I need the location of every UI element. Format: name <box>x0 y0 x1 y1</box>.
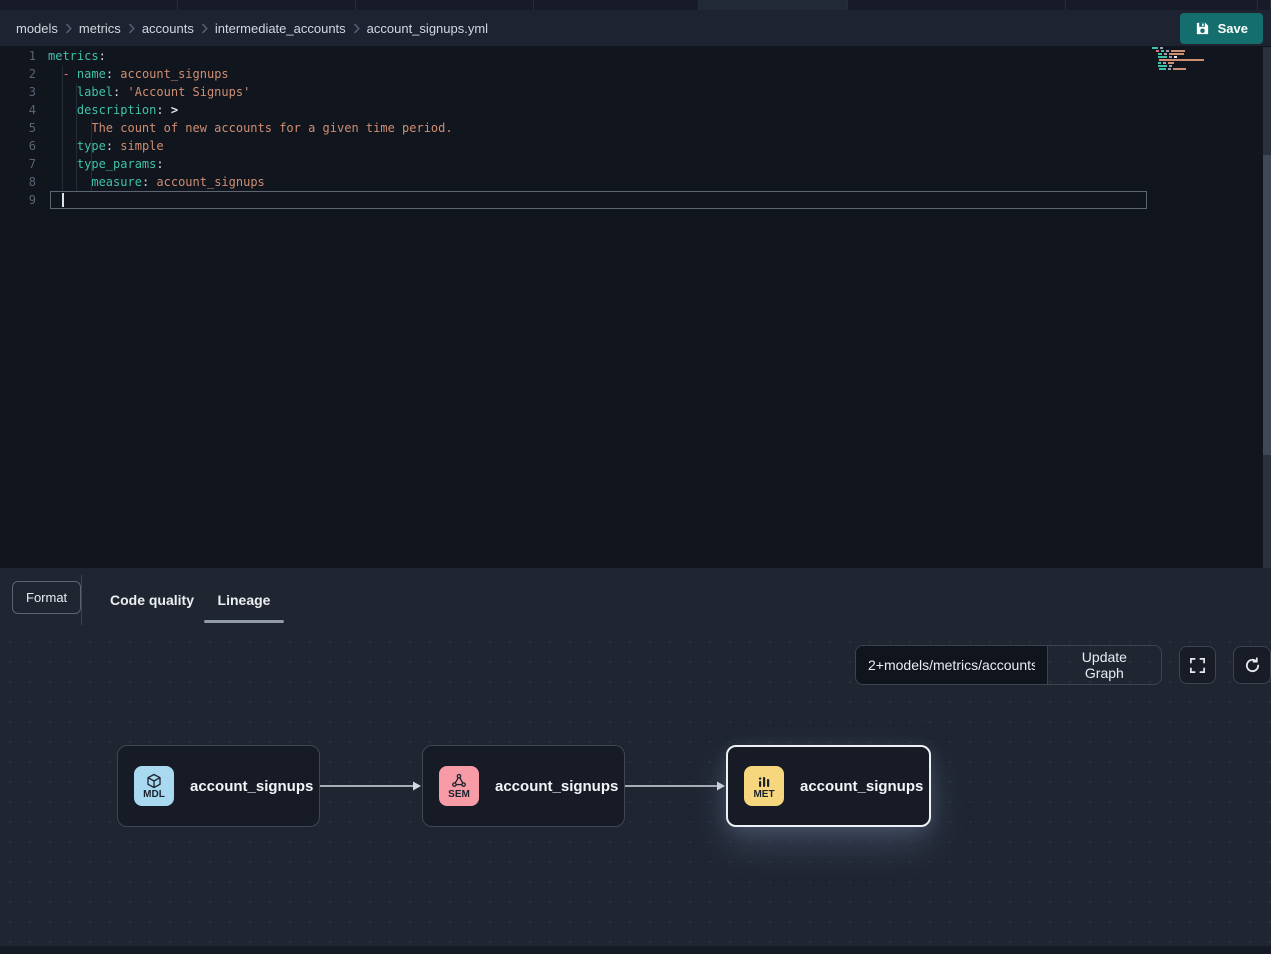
line-number: 7 <box>0 155 36 173</box>
breadcrumb-item-accounts[interactable]: accounts <box>142 21 194 36</box>
editor-lines: 1metrics:2 - name: account_signups3 labe… <box>0 47 1271 209</box>
file-tab[interactable] <box>1066 0 1258 10</box>
code-line[interactable]: 2 - name: account_signups <box>0 65 1271 83</box>
line-number: 2 <box>0 65 36 83</box>
save-floppy-icon <box>1195 21 1210 36</box>
file-tab[interactable] <box>1258 0 1271 10</box>
lineage-node-semantic-model[interactable]: SEM account_signups <box>422 745 625 827</box>
line-number: 4 <box>0 101 36 119</box>
code-editor[interactable]: 1metrics:2 - name: account_signups3 labe… <box>0 47 1271 568</box>
semantic-node-label: account_signups <box>495 778 618 795</box>
line-number: 3 <box>0 83 36 101</box>
line-number: 8 <box>0 173 36 191</box>
model-badge: MDL <box>134 766 174 806</box>
editor-tab-strip <box>0 0 1271 10</box>
breadcrumb: models metrics accounts intermediate_acc… <box>16 21 488 36</box>
code-line[interactable]: 6 type: simple <box>0 137 1271 155</box>
file-tab[interactable] <box>534 0 699 10</box>
format-button[interactable]: Format <box>12 581 81 614</box>
update-graph-button[interactable]: Update Graph <box>1047 646 1161 684</box>
semantic-badge: SEM <box>439 766 479 806</box>
semantic-graph-icon <box>451 773 467 789</box>
lineage-selector-group: Update Graph <box>855 645 1162 685</box>
editor-active-line <box>50 191 1147 209</box>
indent-guide <box>62 65 63 191</box>
metric-badge-label: MET <box>753 790 774 800</box>
breadcrumb-item-file: account_signups.yml <box>367 21 488 36</box>
line-number: 9 <box>0 191 36 209</box>
canvas-footer-strip <box>0 946 1271 954</box>
refresh-button[interactable] <box>1233 646 1271 684</box>
metric-node-label: account_signups <box>800 778 923 795</box>
bottom-panel-header: Format Code quality Lineage <box>0 568 1271 632</box>
code-line[interactable]: 3 label: 'Account Signups' <box>0 83 1271 101</box>
save-button-label: Save <box>1218 21 1248 36</box>
indent-guide <box>76 83 77 191</box>
metric-chart-icon <box>756 773 772 789</box>
chevron-right-icon <box>353 23 360 34</box>
lineage-controls: Update Graph <box>855 645 1271 685</box>
breadcrumb-item-intermediate-accounts[interactable]: intermediate_accounts <box>215 21 346 36</box>
chevron-right-icon <box>65 23 72 34</box>
code-line[interactable]: 1metrics: <box>0 47 1271 65</box>
editor-cursor <box>62 193 64 207</box>
breadcrumb-bar: models metrics accounts intermediate_acc… <box>0 10 1271 47</box>
chevron-right-icon <box>128 23 135 34</box>
semantic-badge-label: SEM <box>448 790 470 800</box>
lineage-node-metric[interactable]: MET account_signups <box>726 745 931 827</box>
model-badge-label: MDL <box>143 790 165 800</box>
lineage-canvas[interactable]: Update Graph <box>0 632 1271 954</box>
save-button[interactable]: Save <box>1180 13 1263 44</box>
editor-scrollbar-thumb[interactable] <box>1263 155 1271 455</box>
model-node-label: account_signups <box>190 778 313 795</box>
editor-scrollbar[interactable] <box>1263 47 1271 568</box>
ide-window: models metrics accounts intermediate_acc… <box>0 0 1271 954</box>
file-tab[interactable] <box>356 0 534 10</box>
code-line[interactable]: 7 type_params: <box>0 155 1271 173</box>
fullscreen-button[interactable] <box>1179 646 1217 684</box>
line-number: 6 <box>0 137 36 155</box>
fullscreen-icon <box>1189 657 1206 674</box>
tab-lineage-active-underline <box>204 620 284 623</box>
file-tab-active[interactable] <box>699 0 848 10</box>
code-line[interactable]: 8 measure: account_signups <box>0 173 1271 191</box>
metric-badge: MET <box>744 766 784 806</box>
panel-divider <box>81 575 82 625</box>
editor-minimap[interactable] <box>1152 47 1232 74</box>
lineage-selector-input[interactable] <box>856 646 1047 684</box>
line-number: 1 <box>0 47 36 65</box>
file-tab[interactable] <box>178 0 356 10</box>
file-tab[interactable] <box>848 0 1066 10</box>
model-cube-icon <box>146 773 162 789</box>
tab-code-quality[interactable]: Code quality <box>100 568 204 632</box>
line-number: 5 <box>0 119 36 137</box>
code-line[interactable]: 4 description: > <box>0 101 1271 119</box>
refresh-icon <box>1244 657 1261 674</box>
code-line[interactable]: 5 The count of new accounts for a given … <box>0 119 1271 137</box>
breadcrumb-item-models[interactable]: models <box>16 21 58 36</box>
chevron-right-icon <box>201 23 208 34</box>
file-tab[interactable] <box>0 0 178 10</box>
indent-guide <box>91 119 92 191</box>
breadcrumb-item-metrics[interactable]: metrics <box>79 21 121 36</box>
lineage-node-model[interactable]: MDL account_signups <box>117 745 320 827</box>
